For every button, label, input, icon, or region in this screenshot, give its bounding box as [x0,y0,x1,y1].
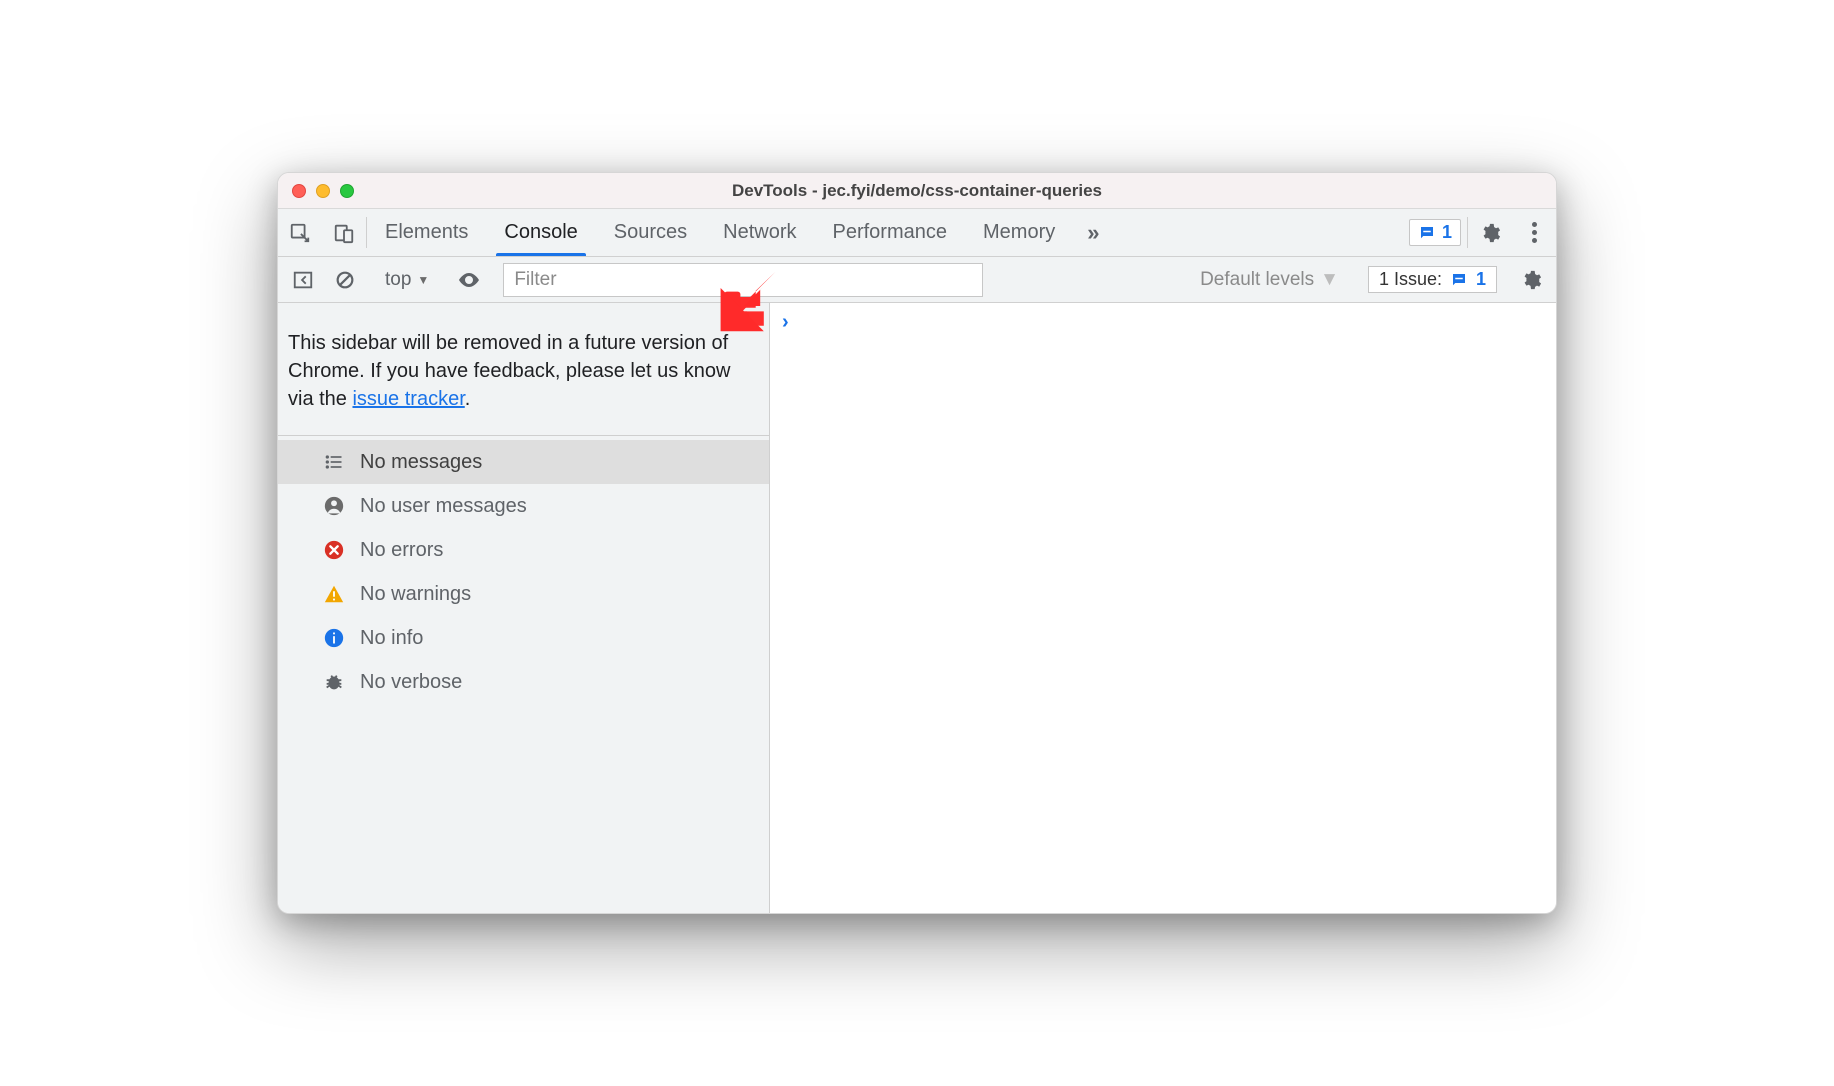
deprecation-notice: This sidebar will be removed in a future… [278,303,769,436]
toggle-sidebar-button[interactable] [286,263,320,297]
context-selector[interactable]: top ▼ [379,269,435,291]
context-label: top [385,269,411,291]
filter-label: No verbose [360,671,462,694]
dropdown-caret-icon: ▼ [1320,269,1339,291]
console-settings-button[interactable] [1514,263,1548,297]
filter-errors[interactable]: No errors [278,528,769,572]
filter-label: No errors [360,539,443,562]
console-body: This sidebar will be removed in a future… [278,303,1556,913]
issue-tracker-link[interactable]: issue tracker [352,388,464,410]
live-expression-button[interactable] [452,263,486,297]
filter-user-messages[interactable]: No user messages [278,484,769,528]
filter-label: No messages [360,451,482,474]
titlebar: DevTools - jec.fyi/demo/css-container-qu… [278,173,1556,209]
filter-warnings[interactable]: No warnings [278,572,769,616]
window-title: DevTools - jec.fyi/demo/css-container-qu… [278,181,1556,201]
tab-console[interactable]: Console [486,209,595,256]
panel-tabs: Elements Console Sources Network Perform… [367,209,1073,256]
filter-label: No info [360,627,423,650]
kebab-icon [1519,222,1549,243]
error-icon [322,538,346,562]
list-icon [322,450,346,474]
filter-label: No warnings [360,583,471,606]
devtools-window: DevTools - jec.fyi/demo/css-container-qu… [277,172,1557,914]
console-toolbar: top ▼ Default levels ▼ 1 Issue: 1 [278,257,1556,303]
log-levels-label: Default levels [1200,269,1314,291]
filter-messages[interactable]: No messages [278,440,769,484]
issues-badge-count: 1 [1442,222,1452,243]
tabs-overflow-button[interactable]: » [1073,209,1113,256]
tab-sources[interactable]: Sources [596,209,705,256]
filter-list: No messages No user messages No errors [278,436,769,704]
issues-badge[interactable]: 1 [1409,219,1461,246]
log-levels-selector[interactable]: Default levels ▼ [1200,269,1339,291]
tab-memory[interactable]: Memory [965,209,1073,256]
console-prompt-icon: › [782,311,789,333]
device-toolbar-icon[interactable] [322,209,366,256]
issues-count: 1 [1476,269,1486,290]
bug-icon [322,670,346,694]
filter-input[interactable] [503,263,983,297]
issues-label: 1 Issue: [1379,269,1442,290]
main-toolbar: Elements Console Sources Network Perform… [278,209,1556,257]
user-icon [322,494,346,518]
tab-elements[interactable]: Elements [367,209,486,256]
issues-indicator[interactable]: 1 Issue: 1 [1368,266,1497,293]
notice-suffix: . [465,388,471,410]
tab-performance[interactable]: Performance [815,209,966,256]
console-sidebar: This sidebar will be removed in a future… [278,303,770,913]
filter-verbose[interactable]: No verbose [278,660,769,704]
more-menu-button[interactable] [1512,209,1556,256]
inspect-element-icon[interactable] [278,209,322,256]
tab-network[interactable]: Network [705,209,814,256]
console-output[interactable]: › [770,303,1556,913]
warning-icon [322,582,346,606]
info-icon [322,626,346,650]
dropdown-caret-icon: ▼ [417,273,429,287]
filter-info[interactable]: No info [278,616,769,660]
settings-button[interactable] [1468,209,1512,256]
clear-console-button[interactable] [328,263,362,297]
filter-label: No user messages [360,495,527,518]
